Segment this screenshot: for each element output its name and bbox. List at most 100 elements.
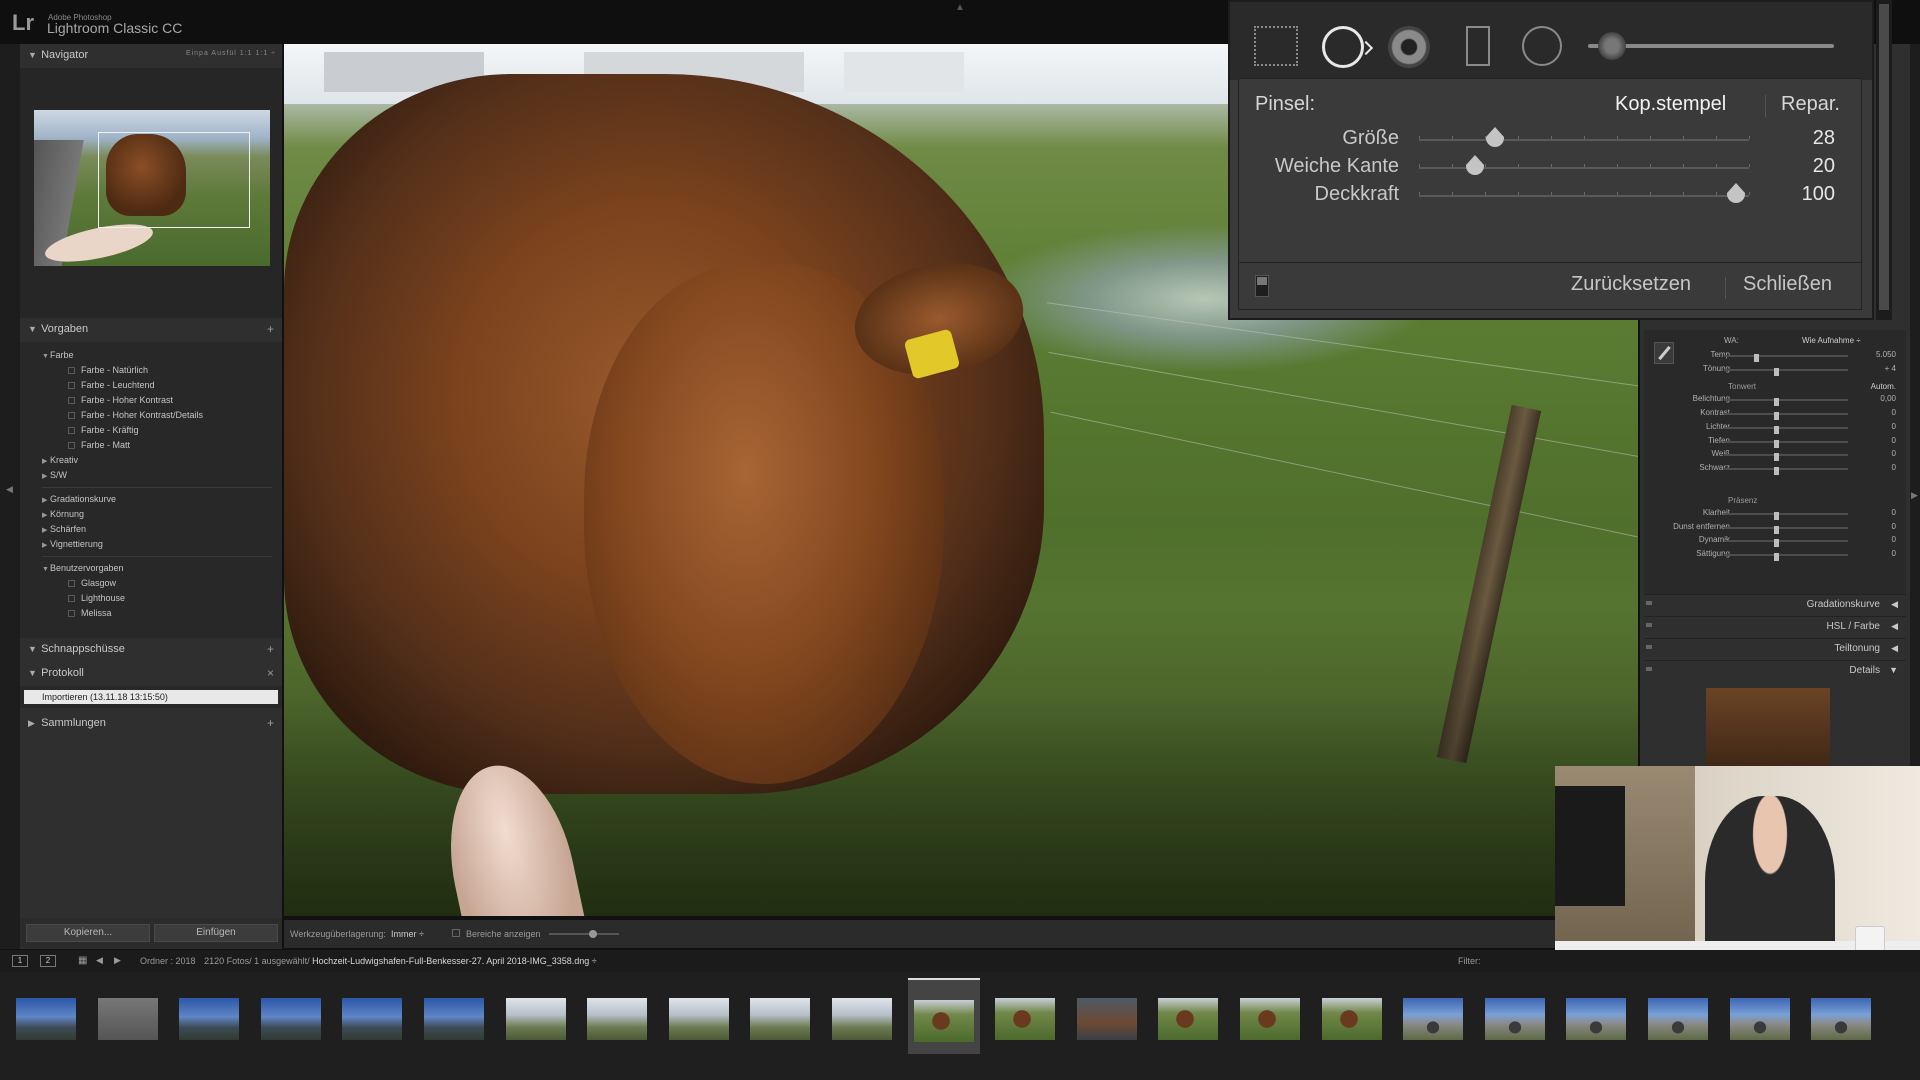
history-item[interactable]: Importieren (13.11.18 13:15:50): [24, 690, 278, 704]
preset-item[interactable]: Farbe - Natürlich: [20, 363, 282, 378]
basic-slider-track[interactable]: [1724, 439, 1848, 448]
filmstrip-thumbnail[interactable]: [336, 986, 408, 1046]
filmstrip-thumbnail[interactable]: [500, 986, 572, 1046]
basic-slider-value[interactable]: 0,00: [1880, 394, 1896, 403]
basic-slider-row[interactable]: Schwarz 0: [1644, 463, 1906, 475]
toolbar-slider-knob[interactable]: [589, 930, 597, 938]
basic-slider-knob[interactable]: [1774, 367, 1780, 376]
basic-slider-track[interactable]: [1724, 539, 1848, 547]
wb-select[interactable]: Wie Aufnahme ÷: [1802, 336, 1861, 345]
basic-slider-row[interactable]: Lichter 0: [1644, 422, 1906, 434]
basic-slider-knob[interactable]: [1754, 354, 1760, 362]
filmstrip-thumbnail[interactable]: [1642, 986, 1714, 1046]
basic-slider-knob[interactable]: [1774, 426, 1780, 434]
source-path[interactable]: Ordner : 2018 2120 Fotos/ 1 ausgewählt/ …: [140, 956, 597, 966]
collapse-top-icon[interactable]: ▲: [955, 2, 965, 13]
navigator-zoom-modes[interactable]: Einpa Ausfül 1:1 1:1 ÷: [186, 50, 276, 57]
filmstrip-thumbnail[interactable]: [173, 986, 245, 1046]
basic-slider-knob[interactable]: [1774, 512, 1780, 520]
basic-slider-value[interactable]: 0: [1892, 549, 1896, 558]
filmstrip-thumbnail[interactable]: [663, 986, 735, 1046]
brush-slider-knob[interactable]: [1726, 183, 1745, 205]
filmstrip-thumbnail[interactable]: [1316, 986, 1388, 1046]
copy-settings-button[interactable]: Kopieren...: [26, 924, 150, 942]
adjustment-brush-icon[interactable]: [1598, 32, 1626, 60]
basic-slider-row[interactable]: Weiß 0: [1644, 449, 1906, 461]
brush-slider-knob[interactable]: [1466, 155, 1485, 177]
add-preset-icon[interactable]: +: [267, 322, 274, 336]
basic-slider-knob[interactable]: [1774, 552, 1780, 561]
add-snapshot-icon[interactable]: +: [267, 642, 274, 656]
window-2-button[interactable]: 2: [40, 955, 56, 967]
basic-slider-value[interactable]: 0: [1892, 449, 1896, 458]
crop-tool-icon[interactable]: [1254, 26, 1298, 66]
filmstrip-thumbnail[interactable]: [581, 986, 653, 1046]
preset-group-sw[interactable]: ▶ S/W: [20, 468, 282, 483]
basic-slider-row[interactable]: Dunst entfernen 0: [1644, 522, 1906, 534]
spot-removal-tool-icon[interactable]: [1322, 26, 1364, 68]
basic-slider-track[interactable]: [1724, 398, 1848, 406]
brush-slider-value[interactable]: 20: [1813, 155, 1835, 178]
basic-slider-row[interactable]: Tönung + 4: [1644, 364, 1906, 376]
preset-item[interactable]: Melissa: [20, 606, 282, 621]
navigator-view-rectangle[interactable]: [98, 132, 250, 228]
basic-slider-track[interactable]: [1724, 411, 1848, 420]
preset-item[interactable]: Glasgow: [20, 576, 282, 591]
filmstrip-thumbnail[interactable]: [255, 986, 327, 1046]
filmstrip-thumbnail[interactable]: [1397, 986, 1469, 1046]
basic-slider-row[interactable]: Dynamik 0: [1644, 535, 1906, 547]
basic-slider-knob[interactable]: [1774, 539, 1780, 547]
navigator-thumbnail[interactable]: [34, 110, 270, 266]
filmstrip-thumbnail[interactable]: [10, 986, 82, 1046]
basic-slider-value[interactable]: 0: [1892, 408, 1896, 417]
preset-group-farbe[interactable]: ▼Farbe: [20, 348, 282, 363]
basic-slider-value[interactable]: 0: [1892, 463, 1896, 472]
preset-item[interactable]: Farbe - Hoher Kontrast/Details: [20, 408, 282, 423]
brush-slider-row[interactable]: Größe 28: [1239, 127, 1859, 157]
preset-item[interactable]: Farbe - Matt: [20, 438, 282, 453]
reset-button[interactable]: Zurücksetzen: [1571, 273, 1691, 296]
snapshots-header[interactable]: ▼ Schnappschüsse +: [20, 638, 282, 662]
basic-slider-track[interactable]: [1724, 453, 1848, 461]
preset-group-gradationskurve[interactable]: ▶ Gradationskurve: [20, 492, 282, 507]
basic-slider-knob[interactable]: [1774, 466, 1780, 475]
arrow-left-icon[interactable]: ◀: [6, 484, 13, 495]
basic-slider-knob[interactable]: [1774, 453, 1780, 461]
brush-slider-knob[interactable]: [1485, 127, 1504, 149]
arrow-right-icon[interactable]: ▶: [1911, 490, 1918, 501]
brush-slider-value[interactable]: 28: [1813, 127, 1835, 150]
basic-slider-row[interactable]: Temp 5.050: [1644, 350, 1906, 362]
paste-settings-button[interactable]: Einfügen: [154, 924, 278, 942]
preset-group-schaerfen[interactable]: ▶ Schärfen: [20, 522, 282, 537]
basic-slider-value[interactable]: 0: [1892, 422, 1896, 431]
brush-slider-row[interactable]: Weiche Kante 20: [1239, 155, 1859, 185]
basic-slider-row[interactable]: Klarheit 0: [1644, 508, 1906, 520]
window-1-button[interactable]: 1: [12, 955, 28, 967]
filmstrip-thumbnail[interactable]: [744, 986, 816, 1046]
basic-slider-value[interactable]: 0: [1892, 535, 1896, 544]
basic-slider-value[interactable]: 5.050: [1876, 350, 1896, 359]
back-arrow-icon[interactable]: ◀: [96, 955, 103, 966]
basic-slider-track[interactable]: [1724, 552, 1848, 561]
section-teiltonung[interactable]: Teiltonung ◀: [1644, 638, 1906, 658]
clear-history-icon[interactable]: ×: [267, 666, 274, 680]
basic-slider-row[interactable]: Kontrast 0: [1644, 408, 1906, 420]
section-details[interactable]: Details ▼: [1644, 660, 1906, 680]
filmstrip-thumbnail[interactable]: [1152, 986, 1224, 1046]
basic-slider-knob[interactable]: [1774, 439, 1780, 448]
basic-slider-track[interactable]: [1724, 525, 1848, 534]
brush-slider-track[interactable]: [1419, 139, 1749, 141]
details-preview[interactable]: [1706, 688, 1830, 778]
filmstrip-thumbnail[interactable]: [826, 986, 898, 1046]
basic-slider-row[interactable]: Sättigung 0: [1644, 549, 1906, 561]
basic-slider-track[interactable]: [1724, 426, 1848, 434]
show-areas-checkbox[interactable]: [452, 929, 460, 937]
section-hsl[interactable]: HSL / Farbe ◀: [1644, 616, 1906, 636]
filmstrip-thumbnail[interactable]: [907, 978, 980, 1054]
clone-mode-button[interactable]: Kop.stempel: [1615, 93, 1726, 116]
forward-arrow-icon[interactable]: ▶: [114, 955, 121, 966]
basic-slider-track[interactable]: [1724, 512, 1848, 520]
red-eye-tool-icon[interactable]: [1388, 26, 1430, 68]
basic-slider-knob[interactable]: [1774, 411, 1780, 420]
panel-switch-icon[interactable]: [1646, 667, 1652, 671]
